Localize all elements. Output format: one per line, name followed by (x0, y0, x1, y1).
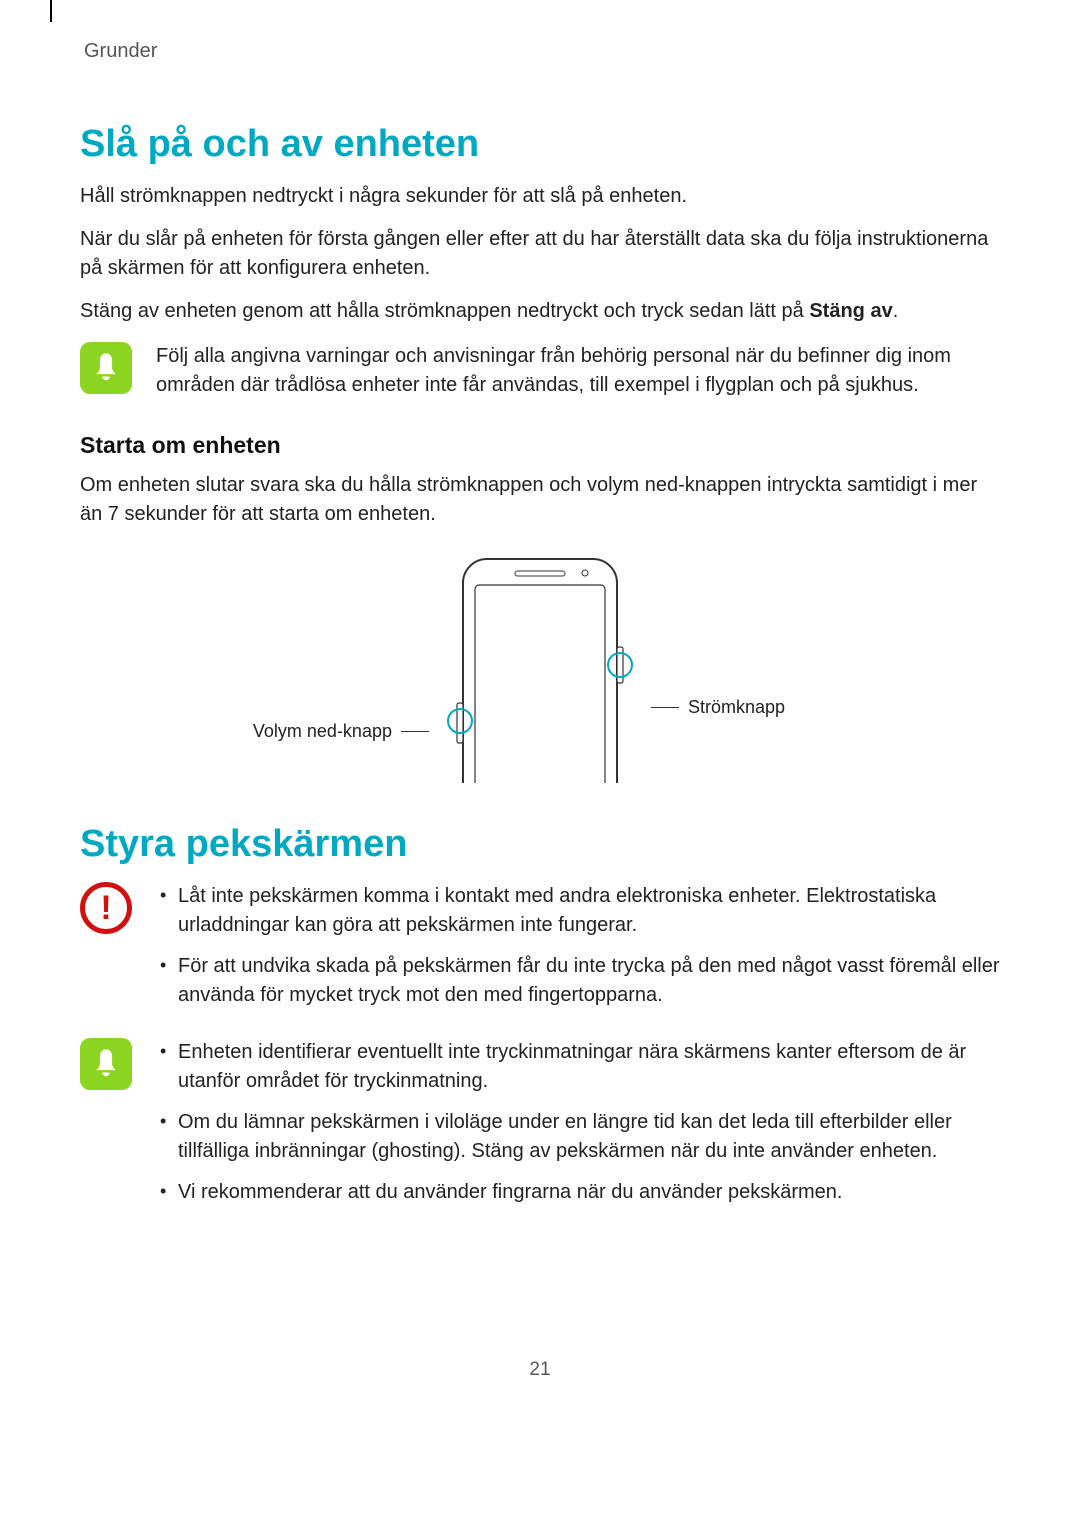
warning-icon: ! (80, 882, 132, 934)
list-item: Låt inte pekskärmen komma i kontakt med … (156, 882, 1000, 940)
list-item: För att undvika skada på pekskärmen får … (156, 952, 1000, 1010)
para-power-off: Stäng av enheten genom att hålla strömkn… (80, 297, 1000, 326)
note-wireless-restriction: Följ alla angivna varningar och anvisnin… (80, 342, 1000, 400)
para-power-on: Håll strömknappen nedtryckt i några seku… (80, 182, 1000, 211)
para-power-off-post: . (893, 300, 899, 322)
subheading-restart: Starta om enheten (80, 432, 1000, 459)
note-wireless-text: Följ alla angivna varningar och anvisnin… (156, 342, 1000, 400)
callout-line-right (651, 707, 679, 708)
para-power-off-pre: Stäng av enheten genom att hålla strömkn… (80, 300, 809, 322)
label-power-button: Strömknapp (688, 697, 785, 717)
para-restart: Om enheten slutar svara ska du hålla str… (80, 471, 1000, 529)
list-item: Om du lämnar pekskärmen i viloläge under… (156, 1108, 1000, 1166)
warning-bullet-list: Låt inte pekskärmen komma i kontakt med … (156, 882, 1000, 1010)
list-item: Enheten identifierar eventuellt inte try… (156, 1038, 1000, 1096)
warning-touchscreen: ! Låt inte pekskärmen komma i kontakt me… (80, 882, 1000, 1022)
list-item: Vi rekommenderar att du använder fingrar… (156, 1178, 1000, 1207)
info-bullet-list: Enheten identifierar eventuellt inte try… (156, 1038, 1000, 1207)
callout-line-left (401, 731, 429, 732)
page-number: 21 (80, 1359, 1000, 1381)
label-volume-down: Volym ned-knapp (253, 721, 392, 741)
bell-icon (80, 342, 132, 394)
para-power-off-bold: Stäng av (809, 300, 892, 322)
breadcrumb: Grunder (84, 40, 1000, 63)
device-figure: Volym ned-knapp Strömknapp (80, 553, 1000, 783)
info-touchscreen: Enheten identifierar eventuellt inte try… (80, 1038, 1000, 1219)
section-title-power: Slå på och av enheten (80, 123, 1000, 166)
para-first-boot: När du slår på enheten för första gången… (80, 225, 1000, 283)
section-title-touchscreen: Styra pekskärmen (80, 823, 1000, 866)
page-top-mark (50, 0, 52, 22)
bell-icon (80, 1038, 132, 1090)
phone-illustration (445, 553, 635, 783)
